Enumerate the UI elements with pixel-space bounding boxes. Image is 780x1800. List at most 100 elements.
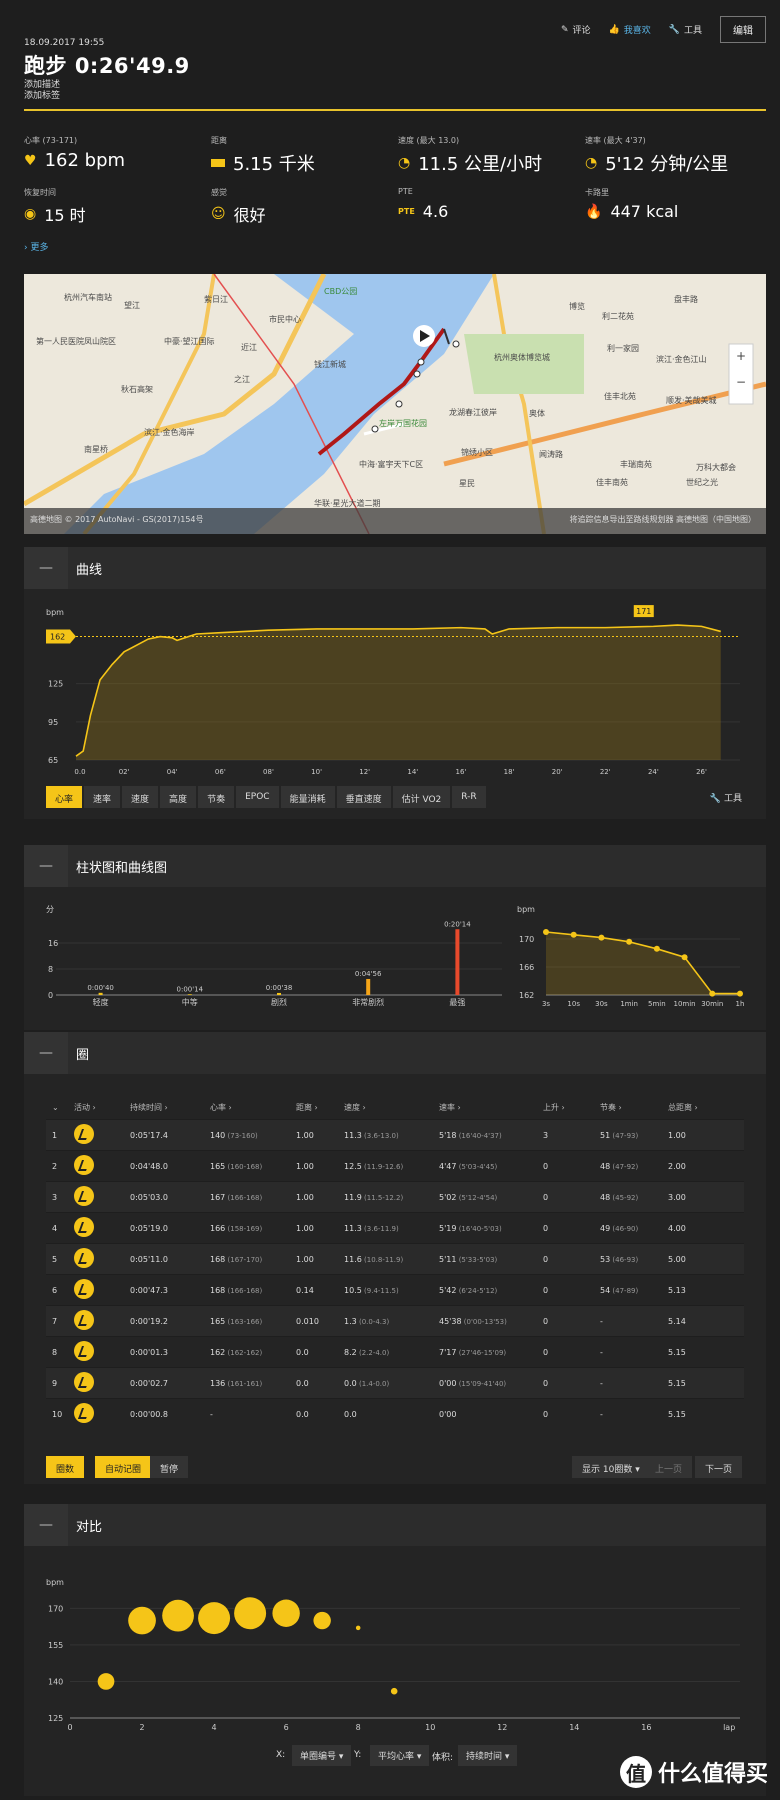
table-row[interactable]: 6 0:00'47.3 168 (166-168) 0.14 10.5 (9.4-11.… bbox=[46, 1274, 744, 1305]
table-row[interactable]: 8 0:00'01.3 162 (162-162) 0.0 8.2 (2.2-4.0) 7… bbox=[46, 1336, 744, 1367]
table-cell: 167 (166-168) bbox=[210, 1192, 263, 1202]
curve-panel-header[interactable]: — 曲线 bbox=[24, 547, 766, 589]
collapse-icon[interactable]: — bbox=[24, 1032, 68, 1074]
show-count-select[interactable]: 显示 10圈数 ▾ bbox=[572, 1456, 650, 1478]
bar bbox=[98, 992, 103, 995]
auto-lap-button[interactable]: 自动记圈 bbox=[95, 1456, 152, 1478]
map-label: 紫日江 bbox=[204, 295, 228, 304]
route-map[interactable]: + − 杭州汽车南站 望江 紫日江 CBD公园 博览 利二花苑 盘丰路 第一人民医院凤山院区中… bbox=[24, 274, 766, 534]
column-header[interactable]: 节奏 › bbox=[600, 1102, 668, 1113]
collapse-icon[interactable]: — bbox=[24, 1504, 68, 1546]
bubble[interactable] bbox=[162, 1599, 194, 1632]
table-row[interactable]: 2 0:04'48.0 165 (160-168) 1.00 12.5 (11.9-12… bbox=[46, 1150, 744, 1181]
bubble[interactable] bbox=[313, 1611, 331, 1630]
map-label: 龙湖春江彼岸 bbox=[449, 408, 497, 417]
tools-button[interactable]: 🔧 工具 bbox=[669, 23, 702, 37]
x-tick-label: 22' bbox=[600, 768, 611, 776]
like-button[interactable]: 👍 我喜欢 bbox=[609, 23, 651, 37]
x-tick-label: 8 bbox=[356, 1723, 361, 1732]
table-cell: 0:00'01.3 bbox=[130, 1347, 168, 1357]
tab-8[interactable]: 估计 VO2 bbox=[392, 786, 451, 808]
tab-3[interactable]: 高度 bbox=[160, 786, 197, 808]
activity-cell bbox=[74, 1186, 130, 1208]
table-cell: - bbox=[600, 1378, 603, 1388]
bubble[interactable] bbox=[128, 1606, 156, 1635]
add-tag-link[interactable]: 添加标签 bbox=[24, 88, 60, 101]
column-header[interactable]: 速率 › bbox=[439, 1102, 543, 1113]
recovery-icon: ◉ bbox=[24, 206, 37, 222]
table-cell: 10 bbox=[52, 1409, 63, 1419]
comment-button[interactable]: ✎ 评论 bbox=[561, 23, 591, 37]
feel-label: 感觉 bbox=[211, 188, 227, 197]
laps-panel-header[interactable]: — 圈 bbox=[24, 1032, 766, 1074]
map-label: CBD公园 bbox=[324, 287, 358, 296]
speedometer-icon: ◔ bbox=[398, 155, 411, 171]
map-label: 丰瑞南苑 bbox=[620, 460, 652, 469]
tab-9[interactable]: R-R bbox=[452, 786, 486, 808]
table-cell: 0 bbox=[543, 1254, 549, 1264]
more-link[interactable]: › 更多 bbox=[24, 240, 49, 253]
x-axis-select[interactable]: 单圈编号 ▾ bbox=[292, 1745, 352, 1766]
table-cell: 0:00'19.2 bbox=[130, 1316, 168, 1326]
histogram-panel-header[interactable]: — 柱状图和曲线图 bbox=[24, 845, 766, 887]
table-cell: 1.00 bbox=[296, 1223, 314, 1233]
column-header[interactable]: 总距离 › bbox=[668, 1102, 728, 1113]
prev-page-button[interactable]: 上一页 bbox=[645, 1456, 693, 1478]
tab-4[interactable]: 节奏 bbox=[198, 786, 235, 808]
bar-value-label: 0:00'14 bbox=[177, 985, 204, 993]
activity-cell bbox=[74, 1372, 130, 1394]
column-header[interactable]: 心率 › bbox=[210, 1102, 296, 1113]
bubble[interactable] bbox=[234, 1597, 267, 1630]
table-row[interactable]: 5 0:05'11.0 168 (167-170) 1.00 11.6 (10.8-11… bbox=[46, 1243, 744, 1274]
range-text: (10.8-11.9) bbox=[361, 1255, 404, 1264]
table-row[interactable]: 3 0:05'03.0 167 (166-168) 1.00 11.9 (11.5-12… bbox=[46, 1181, 744, 1212]
bubble[interactable] bbox=[272, 1599, 300, 1627]
volume-select[interactable]: 持续时间 ▾ bbox=[458, 1745, 518, 1766]
compare-panel-header[interactable]: — 对比 bbox=[24, 1504, 766, 1546]
table-cell: 0:05'03.0 bbox=[130, 1192, 168, 1202]
svg-text:−: − bbox=[736, 375, 746, 389]
edit-button[interactable]: 编辑 bbox=[720, 16, 766, 43]
bubble[interactable] bbox=[390, 1687, 398, 1695]
curve-tools-button[interactable]: 🔧 工具 bbox=[710, 791, 742, 804]
column-header[interactable]: 持续时间 › bbox=[130, 1102, 210, 1113]
table-row[interactable]: 4 0:05'19.0 166 (158-169) 1.00 11.3 (3.6-11.… bbox=[46, 1212, 744, 1243]
table-row[interactable]: 9 0:00'02.7 136 (161-161) 0.0 0.0 (1.4-0.0) 0… bbox=[46, 1367, 744, 1398]
table-row[interactable]: 10 0:00'00.8 - 0.0 0.0 0'00 0 - 5.15 bbox=[46, 1398, 744, 1429]
table-row[interactable]: 1 0:05'17.4 140 (73-160) 1.00 11.3 (3.6-13.0… bbox=[46, 1119, 744, 1150]
column-header[interactable]: 距离 › bbox=[296, 1102, 344, 1113]
range-text: (15'09-41'40) bbox=[456, 1379, 507, 1388]
sort-toggle-icon[interactable]: ⌄ bbox=[46, 1103, 74, 1112]
bar-unit: 分 bbox=[46, 905, 54, 914]
y-axis-select[interactable]: 平均心率 ▾ bbox=[370, 1745, 430, 1766]
bubble[interactable] bbox=[355, 1625, 361, 1631]
map-export-link[interactable]: 将追踪信息导出至路线规划器 高德地图（中国地图） bbox=[569, 514, 756, 525]
bubble[interactable] bbox=[97, 1673, 115, 1690]
table-row[interactable]: 7 0:00'19.2 165 (163-166) 0.010 1.3 (0.0-4.3… bbox=[46, 1305, 744, 1336]
running-icon bbox=[74, 1124, 94, 1144]
collapse-icon[interactable]: — bbox=[24, 845, 68, 887]
x-tick-label: 20' bbox=[552, 768, 563, 776]
tab-1[interactable]: 速率 bbox=[84, 786, 121, 808]
collapse-icon[interactable]: — bbox=[24, 547, 68, 589]
column-header[interactable]: 活动 › bbox=[74, 1102, 130, 1113]
range-text: (166-168) bbox=[225, 1286, 263, 1295]
bubble[interactable] bbox=[198, 1602, 231, 1635]
laps-button[interactable]: 圈数 bbox=[46, 1456, 85, 1478]
tab-0[interactable]: 心率 bbox=[46, 786, 83, 808]
tab-6[interactable]: 能量消耗 bbox=[280, 786, 335, 808]
tab-7[interactable]: 垂直速度 bbox=[336, 786, 391, 808]
hr-value: ♥ 162 bpm bbox=[24, 150, 126, 171]
pause-button[interactable]: 暂停 bbox=[150, 1456, 189, 1478]
column-header[interactable]: 上升 › bbox=[543, 1102, 600, 1113]
tab-5[interactable]: EPOC bbox=[236, 786, 279, 808]
table-cell: 0:00'02.7 bbox=[130, 1378, 168, 1388]
table-cell: 54 (47-89) bbox=[600, 1285, 639, 1295]
map-canvas: + − bbox=[24, 274, 766, 534]
table-cell: 0 bbox=[543, 1347, 549, 1357]
column-header[interactable]: 速度 › bbox=[344, 1102, 439, 1113]
table-cell: 0:05'19.0 bbox=[130, 1223, 168, 1233]
next-page-button[interactable]: 下一页 bbox=[695, 1456, 743, 1478]
tab-2[interactable]: 速度 bbox=[122, 786, 159, 808]
calories-value: 🔥 447 kcal bbox=[585, 202, 679, 221]
